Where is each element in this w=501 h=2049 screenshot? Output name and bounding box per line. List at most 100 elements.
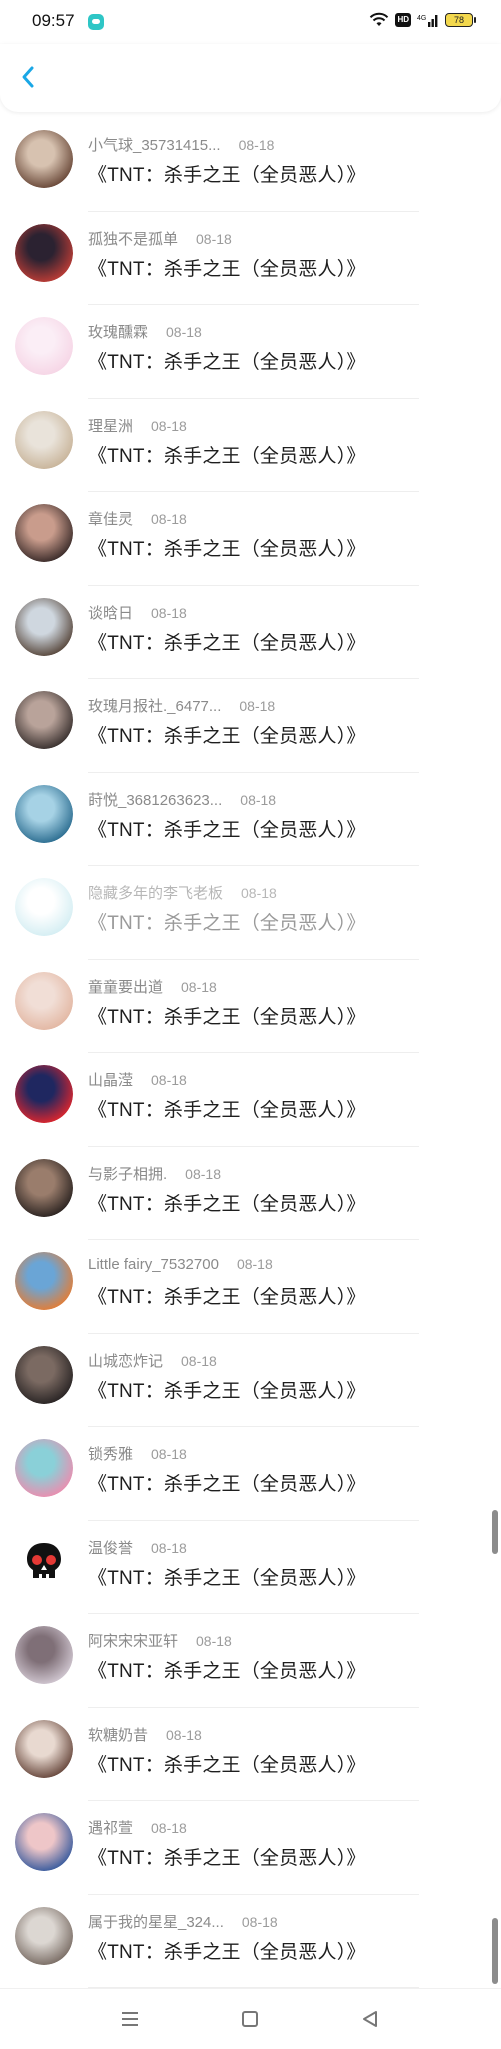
list-item[interactable]: 章佳灵 08-18 《TNT：杀手之王（全员恶人）》 [0,492,501,586]
list-item[interactable]: 童童要出道 08-18 《TNT：杀手之王（全员恶人）》 [0,960,501,1053]
username[interactable]: 玫瑰月报社._6477... [88,698,221,715]
username-line: 玫瑰月报社._6477... 08-18 [88,695,275,716]
list-item[interactable]: 山晶滢 08-18 《TNT：杀手之王（全员恶人）》 [0,1053,501,1147]
username[interactable]: 软糖奶昔 [88,1727,148,1744]
username[interactable]: 山晶滢 [88,1072,133,1089]
square-home-icon[interactable] [238,2007,262,2031]
avatar[interactable] [15,691,73,749]
comment-date: 08-18 [151,1539,187,1556]
scrollbar-thumb[interactable] [492,1510,498,1554]
username[interactable]: 童童要出道 [88,979,163,996]
avatar[interactable] [15,1345,73,1404]
comment-text: 《TNT：杀手之王（全员恶人）》 [88,1754,366,1776]
status-indicators: HD 4G 78 [369,12,476,28]
avatar[interactable] [15,1439,73,1497]
list-item[interactable]: 莳悦_3681263623... 08-18 《TNT：杀手之王（全员恶人）》 [0,773,501,866]
list-item[interactable]: 属于我的星星_324... 08-18 《TNT：杀手之王（全员恶人）》 [0,1895,501,1988]
list-item[interactable]: 谈晗日 08-18 《TNT：杀手之王（全员恶人）》 [0,586,501,679]
username[interactable]: 温俊誉 [88,1540,133,1557]
avatar[interactable] [15,1533,73,1591]
list-item[interactable]: 玫瑰月报社._6477... 08-18 《TNT：杀手之王（全员恶人）》 [0,679,501,773]
username[interactable]: 阿宋宋宋亚轩 [88,1633,178,1650]
list-item[interactable]: 软糖奶昔 08-18 《TNT：杀手之王（全员恶人）》 [0,1708,501,1801]
username[interactable]: 章佳灵 [88,511,133,528]
username-line: 温俊誉 08-18 [88,1537,187,1558]
username[interactable]: 理星洲 [88,418,133,435]
hd-icon: HD [395,13,411,27]
username[interactable]: 隐藏多年的李飞老板 [88,885,223,902]
username[interactable]: 与影子相拥. [88,1166,167,1183]
avatar[interactable] [15,317,73,375]
scrollbar-thumb-lower[interactable] [492,1918,498,1984]
comment-text: 《TNT：杀手之王（全员恶人）》 [88,726,366,747]
username[interactable]: 谈晗日 [88,605,133,622]
comment-date: 08-18 [166,324,202,340]
list-item[interactable]: 玫瑰醺霖 08-18 《TNT：杀手之王（全员恶人）》 [0,305,501,399]
avatar[interactable] [15,130,73,188]
avatar-image [15,597,73,656]
username[interactable]: 孤独不是孤单 [88,231,178,248]
comment-text: 《TNT：杀手之王（全员恶人）》 [88,1567,366,1589]
username[interactable]: 遇祁萱 [88,1820,133,1837]
avatar[interactable] [15,878,73,936]
menu-icon[interactable] [118,2007,142,2031]
username[interactable]: 锁秀雅 [88,1446,133,1463]
avatar[interactable] [15,1906,73,1965]
username-line: 小气球_35731415... 08-18 [88,134,274,155]
battery-level: 78 [453,15,464,25]
username[interactable]: 玫瑰醺霖 [88,324,148,341]
comment-text: 《TNT：杀手之王（全员恶人）》 [88,1006,366,1028]
comment-date: 08-18 [151,604,187,621]
avatar[interactable] [15,1719,73,1778]
comment-text: 《TNT：杀手之王（全员恶人）》 [88,165,366,186]
list-item[interactable]: 隐藏多年的李飞老板 08-18 《TNT：杀手之王（全员恶人）》 [0,866,501,960]
list-item[interactable]: 小气球_35731415... 08-18 《TNT：杀手之王（全员恶人）》 [0,118,501,212]
avatar[interactable] [15,410,73,469]
username-line: 章佳灵 08-18 [88,508,187,529]
username-line: 玫瑰醺霖 08-18 [88,321,202,342]
username[interactable]: 莳悦_3681263623... [88,792,222,809]
comment-date: 08-18 [166,1726,202,1743]
avatar-image [15,1906,73,1965]
list-item[interactable]: 遇祁萱 08-18 《TNT：杀手之王（全员恶人）》 [0,1801,501,1895]
username[interactable]: 属于我的星星_324... [88,1914,224,1931]
message-bubble-icon [88,14,104,30]
list-item[interactable]: 锁秀雅 08-18 《TNT：杀手之王（全员恶人）》 [0,1427,501,1521]
avatar[interactable] [15,504,73,562]
comment-date: 08-18 [181,1352,217,1369]
avatar[interactable] [15,971,73,1030]
triangle-back-icon[interactable] [358,2007,382,2031]
list-item[interactable]: 理星洲 08-18 《TNT：杀手之王（全员恶人）》 [0,399,501,492]
username[interactable]: 山城恋炸记 [88,1353,163,1370]
avatar[interactable] [15,1158,73,1217]
avatar-image [15,1439,73,1497]
avatar[interactable] [15,597,73,656]
avatar[interactable] [15,223,73,282]
avatar-image [15,1158,73,1217]
comment-date: 08-18 [181,978,217,995]
avatar[interactable] [15,1813,73,1871]
list-item[interactable]: 山城恋炸记 08-18 《TNT：杀手之王（全员恶人）》 [0,1334,501,1427]
chevron-left-icon[interactable] [14,62,44,92]
system-nav-bar [0,1988,501,2049]
avatar[interactable] [15,1065,73,1123]
list-item[interactable]: 与影子相拥. 08-18 《TNT：杀手之王（全员恶人）》 [0,1147,501,1240]
comment-text: 《TNT：杀手之王（全员恶人）》 [88,1100,366,1121]
username[interactable]: 小气球_35731415... [88,137,221,154]
username-line: 阿宋宋宋亚轩 08-18 [88,1630,232,1651]
list-item[interactable]: Little fairy_7532700 08-18 《TNT：杀手之王（全员恶人）… [0,1240,501,1334]
avatar-image [15,784,73,843]
avatar-image [15,1533,73,1591]
avatar[interactable] [15,784,73,843]
username[interactable]: Little fairy_7532700 [88,1256,219,1273]
avatar[interactable] [15,1252,73,1310]
avatar[interactable] [15,1626,73,1684]
comment-list: 小气球_35731415... 08-18 《TNT：杀手之王（全员恶人）》 孤独不是… [0,118,501,1988]
comment-date: 08-18 [151,1072,187,1088]
list-item[interactable]: 阿宋宋宋亚轩 08-18 《TNT：杀手之王（全员恶人）》 [0,1614,501,1708]
comment-text: 《TNT：杀手之王（全员恶人）》 [88,632,366,654]
comment-date: 08-18 [241,1913,278,1930]
comment-date: 08-18 [151,417,187,434]
list-item[interactable]: 温俊誉 08-18 《TNT：杀手之王（全员恶人）》 [0,1521,501,1614]
list-item[interactable]: 孤独不是孤单 08-18 《TNT：杀手之王（全员恶人）》 [0,212,501,305]
